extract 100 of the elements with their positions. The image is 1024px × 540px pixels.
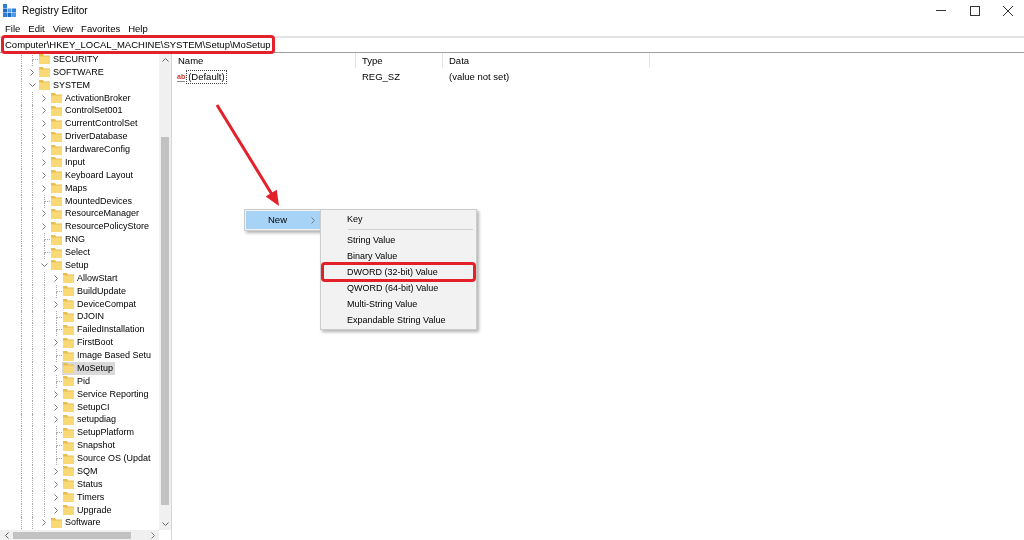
chevron-right-icon[interactable] [54, 416, 58, 424]
folder-icon [51, 234, 62, 245]
column-header[interactable]: Name [172, 53, 356, 68]
folder-icon [51, 208, 62, 219]
tree-item[interactable]: BuildUpdate [62, 284, 129, 298]
tree-item[interactable]: Image Based Setu [62, 349, 154, 362]
tree-item[interactable]: FailedInstallation [62, 323, 147, 337]
menu-item[interactable]: New [246, 211, 320, 229]
tree-item[interactable]: Software [50, 516, 103, 530]
menu-bar-item[interactable]: Edit [24, 21, 49, 36]
menu-item[interactable]: QWORD (64-bit) Value [322, 280, 475, 296]
folder-icon [63, 466, 74, 477]
menu-bar-item[interactable]: File [1, 21, 25, 36]
chevron-right-icon[interactable] [42, 120, 46, 128]
tree-item[interactable]: ActivationBroker [50, 91, 133, 105]
tree-item[interactable]: SYSTEM [38, 78, 92, 92]
menu-item[interactable]: Multi-String Value [322, 296, 475, 312]
chevron-right-icon[interactable] [42, 519, 46, 527]
tree-item[interactable]: AllowStart [62, 271, 120, 285]
tree-item[interactable]: Select [50, 246, 92, 259]
chevron-right-icon[interactable] [54, 364, 58, 372]
folder-icon [51, 247, 62, 258]
chevron-right-icon[interactable] [54, 506, 58, 514]
column-header[interactable]: Type [356, 53, 443, 68]
tree-item[interactable]: FirstBoot [62, 336, 115, 350]
tree-item[interactable]: Snapshot [62, 439, 118, 453]
scrollbar-thumb[interactable] [13, 531, 131, 539]
tree-item[interactable]: Setup [50, 259, 91, 272]
tree-item[interactable]: SECURITY [38, 53, 101, 66]
menu-item[interactable]: Binary Value [322, 248, 475, 264]
tree-item[interactable]: CurrentControlSet [50, 117, 140, 131]
chevron-up-icon[interactable] [161, 57, 169, 62]
chevron-right-icon[interactable] [54, 467, 58, 475]
chevron-right-icon[interactable] [42, 171, 46, 179]
tree-item[interactable]: setupdiag [62, 413, 119, 427]
tree-item[interactable]: Upgrade [62, 503, 114, 517]
tree-item[interactable]: MoSetup [62, 362, 116, 375]
tree-item[interactable]: RNG [50, 233, 87, 247]
chevron-right-icon[interactable] [42, 133, 46, 141]
chevron-right-icon[interactable] [42, 146, 46, 154]
folder-icon [51, 93, 62, 104]
menu-bar-item[interactable]: Favorites [77, 21, 125, 36]
menu-item[interactable]: Expandable String Value [322, 312, 475, 328]
column-header[interactable]: Data [443, 53, 650, 68]
folder-icon [63, 311, 74, 322]
tree-item[interactable]: SQM [62, 465, 100, 478]
tree-item[interactable]: Maps [50, 181, 89, 195]
tree-item[interactable]: ResourceManager [50, 207, 142, 221]
chevron-right-icon[interactable] [54, 274, 58, 282]
chevron-right-icon[interactable] [42, 223, 46, 231]
chevron-left-icon[interactable] [4, 531, 9, 539]
tree-item[interactable]: ControlSet001 [50, 104, 125, 118]
chevron-down-icon[interactable] [161, 521, 169, 526]
scrollbar-thumb[interactable] [161, 137, 169, 505]
tree-item[interactable]: Source OS (Updat [62, 452, 153, 465]
maximize-icon [970, 5, 980, 16]
vertical-scrollbar[interactable] [159, 53, 171, 530]
tree-item[interactable]: DeviceCompat [62, 297, 139, 311]
chevron-down-icon[interactable] [40, 263, 48, 268]
menu-item[interactable]: DWORD (32-bit) Value [321, 262, 476, 282]
chevron-right-icon[interactable] [54, 480, 58, 488]
value-name[interactable]: (Default) [186, 70, 227, 84]
chevron-right-icon[interactable] [42, 184, 46, 192]
menu-bar-item[interactable]: View [48, 21, 78, 36]
menu-bar-item[interactable]: Help [124, 21, 152, 36]
chevron-right-icon[interactable] [311, 216, 315, 224]
chevron-right-icon[interactable] [54, 493, 58, 501]
tree-item[interactable]: MountedDevices [50, 194, 135, 208]
tree-item[interactable]: SetupPlatform [62, 426, 137, 440]
tree-item[interactable]: HardwareConfig [50, 143, 133, 156]
tree-item[interactable]: DriverDatabase [50, 130, 130, 144]
tree-item[interactable]: Status [62, 477, 105, 491]
tree-item[interactable]: DJOIN [62, 310, 106, 324]
chevron-right-icon[interactable] [150, 531, 155, 539]
tree-item[interactable]: Timers [62, 490, 107, 504]
tree-item[interactable]: SOFTWARE [38, 65, 106, 79]
tree-item[interactable]: SetupCI [62, 400, 112, 414]
chevron-right-icon[interactable] [54, 300, 58, 308]
tree-item[interactable]: Pid [62, 374, 92, 388]
chevron-right-icon[interactable] [54, 339, 58, 347]
chevron-right-icon[interactable] [42, 158, 46, 166]
chevron-down-icon[interactable] [28, 83, 36, 88]
folder-icon [39, 80, 50, 91]
folder-icon [63, 427, 74, 438]
chevron-right-icon[interactable] [30, 68, 34, 76]
tree-item[interactable]: Keyboard Layout [50, 168, 136, 182]
chevron-right-icon[interactable] [42, 107, 46, 115]
chevron-right-icon[interactable] [42, 210, 46, 218]
address-field[interactable]: Computer\HKEY_LOCAL_MACHINE\SYSTEM\Setup\MoSetup [0, 36, 1024, 53]
folder-icon [51, 144, 62, 155]
folder-icon [63, 337, 74, 348]
tree-item[interactable]: ResourcePolicyStore [50, 220, 152, 234]
menu-item[interactable]: String Value [322, 232, 475, 248]
tree-item[interactable]: Service Reporting [62, 387, 151, 401]
tree-item[interactable]: Input [50, 156, 88, 169]
chevron-right-icon[interactable] [54, 390, 58, 398]
chevron-right-icon[interactable] [42, 94, 46, 102]
chevron-right-icon[interactable] [54, 403, 58, 411]
horizontal-scrollbar[interactable] [0, 530, 159, 540]
menu-item[interactable]: Key [322, 211, 475, 227]
